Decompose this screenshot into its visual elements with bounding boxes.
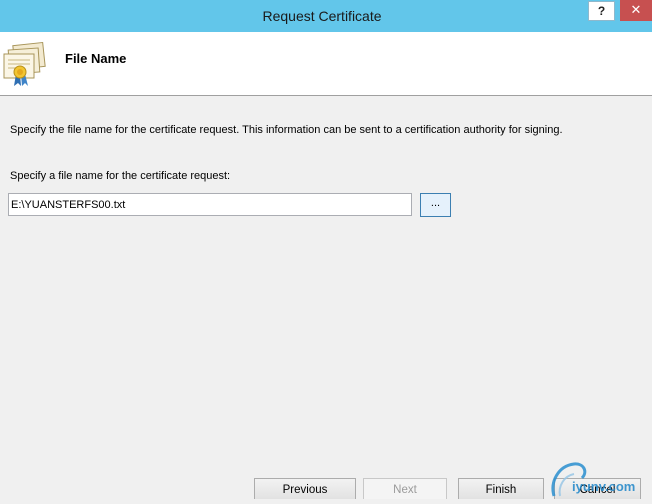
certificate-icon xyxy=(3,41,46,86)
file-name-input[interactable] xyxy=(8,193,412,216)
browse-button[interactable]: ... xyxy=(420,193,451,217)
file-name-label: Specify a file name for the certificate … xyxy=(10,170,231,182)
close-button[interactable]: ✕ xyxy=(620,0,652,21)
finish-button[interactable]: Finish xyxy=(458,478,544,499)
next-button[interactable]: Next xyxy=(363,478,447,499)
description-text: Specify the file name for the certificat… xyxy=(10,124,563,136)
page-title: File Name xyxy=(65,51,127,66)
title-bar[interactable]: Request Certificate ? ✕ xyxy=(0,0,652,32)
help-button[interactable]: ? xyxy=(588,1,615,21)
window-title: Request Certificate xyxy=(262,8,382,24)
previous-button[interactable]: Previous xyxy=(254,478,356,499)
wizard-header: File Name xyxy=(0,32,652,96)
cancel-button[interactable]: Cancel xyxy=(554,478,641,499)
